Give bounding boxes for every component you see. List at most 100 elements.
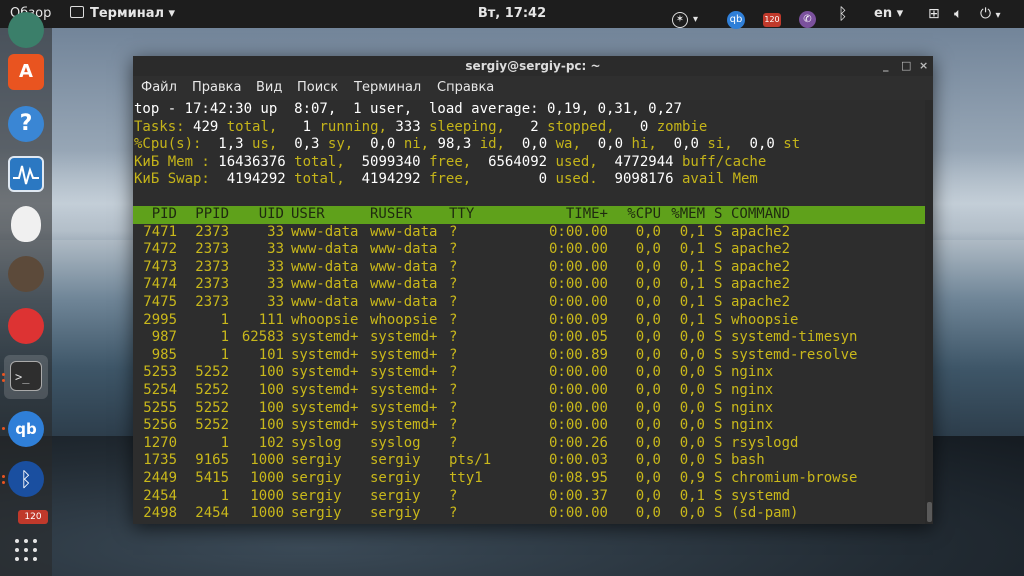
cell-time: 0:00.00 [548,294,608,310]
help-icon[interactable]: ? [8,106,44,142]
cell-pid: 1270 [143,434,177,451]
table-row[interactable]: 2995 1 111 whoopsie whoopsie? 0:00.09 0,0 0,1 Sw… [133,312,925,330]
cell-user: whoopsie [291,311,359,328]
volume-icon[interactable]: 🔈︎ [954,0,962,28]
table-row[interactable]: 5253 5252 100 systemd+ systemd+? 0:00.00 0,0 0,… [133,364,925,382]
egg-app-icon[interactable] [11,206,41,242]
cell-state: S [714,505,723,522]
running-indicator [2,373,5,376]
accessibility-menu[interactable]: ✶ ▾ [672,5,698,28]
cell-time: 0:00.37 [548,487,608,504]
col-user[interactable]: USER [291,206,325,224]
cell-user: sergiy [291,470,342,486]
col-cpu[interactable]: %CPU [617,206,661,224]
menu-help[interactable]: Справка [437,76,494,100]
table-row[interactable]: 2454 1 1000 sergiy sergiy? 0:00.37 0,0 0,1 Ssyst… [133,488,925,506]
col-pid[interactable]: PID [133,206,177,224]
col-command[interactable]: COMMAND [731,206,790,224]
menu-view[interactable]: Вид [256,76,282,100]
menu-search[interactable]: Поиск [297,76,338,100]
cell-pid: 2454 [143,487,177,504]
table-row[interactable]: 7474 2373 33 www-data www-data? 0:00.00 0,0 0,1… [133,276,925,294]
menu-edit[interactable]: Правка [192,76,241,100]
col-state[interactable]: S [714,206,722,224]
table-row[interactable]: 5254 5252 100 systemd+ systemd+? 0:00.00 0,0 0,… [133,382,925,400]
language-label: en [874,6,893,21]
terminal-scrollbar[interactable] [925,100,933,524]
table-row[interactable]: 987 1 62583 systemd+ systemd+? 0:00.05 0,0 0,0 S… [133,329,925,347]
minimize-button[interactable]: _ [883,56,889,76]
cell-tty: ? [449,311,458,328]
cell-ruser: syslog [370,434,421,451]
dock: A ? >_ qb ᛒ 120 [0,12,52,576]
col-mem[interactable]: %MEM [661,206,705,224]
bluetooth-tray[interactable]: ᛒ [838,5,848,23]
qbittorrent-dock-icon[interactable]: qb [8,411,44,447]
cell-ruser: systemd+ [370,364,438,381]
system-monitor-icon[interactable] [8,156,44,192]
col-uid[interactable]: UID [236,206,284,224]
cell-user: www-data [291,241,359,258]
clock[interactable]: Вт, 17:42 [478,0,546,28]
cell-mem: 0,0 [679,382,705,398]
col-time[interactable]: TIME+ [533,206,608,224]
window-titlebar[interactable]: sergiy@sergiy-pc: ~ _ □ × [133,56,933,76]
menu-file[interactable]: Файл [141,76,177,100]
table-row[interactable]: 7471 2373 33 www-data www-data? 0:00.00 0,0 0,1… [133,224,925,242]
cell-mem: 0,0 [679,329,705,346]
table-row[interactable]: 5255 5252 100 systemd+ systemd+? 0:00.00 0,0 0,… [133,400,925,418]
close-button[interactable]: × [919,56,928,76]
cell-ppid: 5252 [195,399,229,416]
notification-tray[interactable]: 120 [763,5,781,27]
bluetooth-dock-icon[interactable]: ᛒ [8,461,44,497]
table-row[interactable]: 1270 1 102 syslog syslog? 0:00.26 0,0 0,0 Srsysl… [133,435,925,453]
cell-user: systemd+ [291,329,359,346]
cell-state: S [714,417,723,434]
settings-tools-icon[interactable] [8,308,44,344]
cell-state: S [714,452,723,469]
cell-time: 0:08.95 [548,470,608,486]
language-menu[interactable]: en ▾ [874,0,903,28]
terminal-dock-icon[interactable]: >_ [10,361,42,391]
cell-command: systemd [731,487,791,504]
dock-app-partial[interactable] [8,12,44,48]
cell-tty: ? [449,382,458,398]
table-row[interactable]: 5256 5252 100 systemd+ systemd+? 0:00.00 0,0 0,… [133,417,925,435]
software-center-icon[interactable]: A [8,54,44,90]
menu-terminal[interactable]: Терминал [354,76,421,100]
cell-ruser: systemd+ [370,382,438,398]
table-row[interactable]: 7473 2373 33 www-data www-data? 0:00.00 0,0 0,1… [133,259,925,277]
terminal-output[interactable]: top - 17:42:30 up 8:07, 1 user, load ave… [133,100,925,524]
viber-tray[interactable]: ✆ [799,5,816,28]
app-menu-button[interactable]: Терминал ▾ [70,0,175,28]
table-row[interactable]: 2498 2454 1000 sergiy sergiy? 0:00.00 0,0 0,0 S (… [133,505,925,523]
cell-tty: ? [449,399,458,416]
col-ppid[interactable]: PPID [185,206,229,224]
power-menu[interactable]: ⏻ ▾ [980,0,1001,28]
cell-mem: 0,1 [679,294,705,310]
running-indicator [2,481,5,484]
app-menu-label: Терминал [90,6,165,21]
cell-tty: ? [449,487,458,504]
cell-state: S [714,346,723,363]
qbittorrent-tray[interactable]: qb [727,5,745,29]
terminal-icon [70,6,84,18]
col-tty[interactable]: TTY [449,206,474,224]
cell-mem: 0,0 [679,505,705,522]
table-row[interactable]: 7475 2373 33 www-data www-data? 0:00.00 0,0 0,1… [133,294,925,312]
table-row[interactable]: 7472 2373 33 www-data www-data? 0:00.00 0,0 0,1… [133,241,925,259]
scrollbar-thumb[interactable] [927,502,932,522]
network-icon[interactable]: ⊞ [928,0,940,28]
table-row[interactable]: 2449 5415 1000 sergiy sergiy tty1 0:08.95 0,0 0,… [133,470,925,488]
col-ruser[interactable]: RUSER [370,206,412,224]
cell-pid: 7472 [143,241,177,258]
cell-mem: 0,1 [679,241,705,258]
table-row[interactable]: 985 1 101 systemd+ systemd+? 0:00.89 0,0 0,0 Ssy… [133,347,925,365]
cell-ruser: www-data [370,258,438,275]
table-row[interactable]: 1735 9165 1000 sergiy sergiy pts/1 0:00.03 0,0 0… [133,452,925,470]
maximize-button[interactable]: □ [901,56,911,76]
gimp-icon[interactable] [8,256,44,292]
running-indicator [2,427,5,430]
cell-time: 0:00.00 [548,364,608,381]
show-apps-icon[interactable] [14,538,38,562]
